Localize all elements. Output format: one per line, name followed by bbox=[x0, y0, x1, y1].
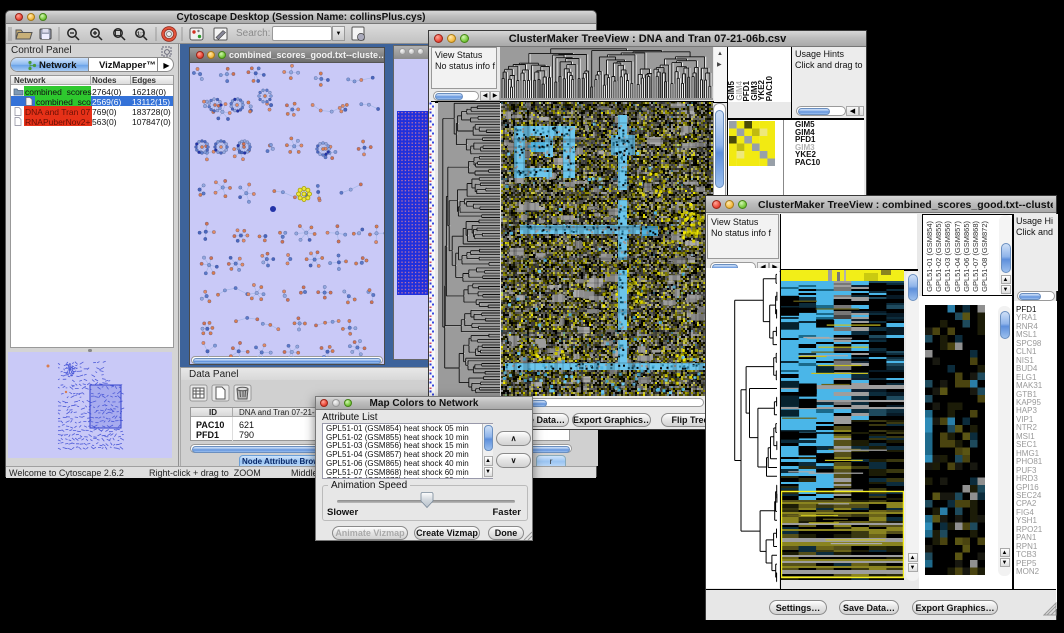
svg-text:1:1: 1:1 bbox=[137, 32, 145, 38]
